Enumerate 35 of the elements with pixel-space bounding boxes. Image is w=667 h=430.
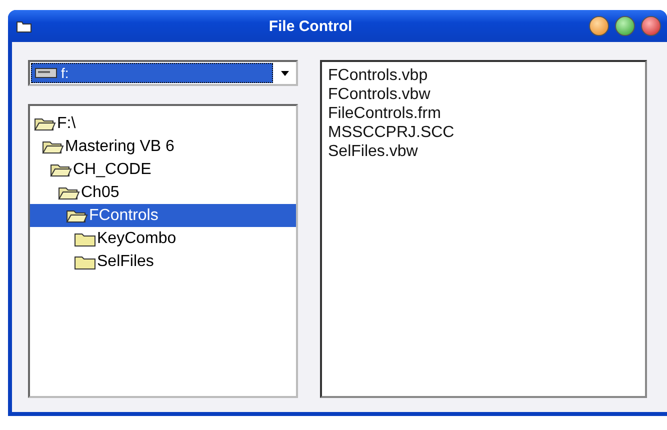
minimize-button[interactable] — [589, 16, 609, 36]
folder-item[interactable]: Ch05 — [30, 181, 296, 204]
folder-item[interactable]: KeyCombo — [30, 227, 296, 250]
folder-item[interactable]: SelFiles — [30, 250, 296, 273]
folder-name: SelFiles — [97, 252, 154, 270]
folder-icon — [74, 230, 96, 246]
folder-name: KeyCombo — [97, 230, 176, 248]
folder-name: Mastering VB 6 — [65, 138, 174, 156]
open-folder-icon — [50, 162, 72, 178]
folder-name: F:\ — [57, 114, 76, 132]
file-item[interactable]: FControls.vbp — [328, 66, 639, 85]
maximize-button[interactable] — [615, 16, 635, 36]
open-folder-icon — [58, 184, 80, 200]
open-folder-icon — [66, 208, 88, 224]
folder-item[interactable]: F:\ — [30, 112, 296, 135]
dropdown-arrow-icon[interactable] — [281, 70, 289, 76]
folder-icon — [16, 19, 32, 33]
file-item[interactable]: MSSCCPRJ.SCC — [328, 123, 639, 142]
window-title: File Control — [268, 18, 354, 34]
folder-item[interactable]: Mastering VB 6 — [30, 135, 296, 158]
folder-item[interactable]: CH_CODE — [30, 158, 296, 181]
file-item[interactable]: FControls.vbw — [328, 85, 639, 104]
open-folder-icon — [34, 116, 56, 132]
file-item[interactable]: SelFiles.vbw — [328, 142, 639, 161]
open-folder-icon — [42, 138, 64, 154]
close-button[interactable] — [641, 16, 661, 36]
file-item[interactable]: FileControls.frm — [328, 104, 639, 123]
drive-value: f: — [61, 65, 69, 81]
folder-icon — [74, 254, 96, 270]
folder-name: CH_CODE — [73, 160, 152, 178]
drive-dropdown[interactable]: f: — [28, 60, 298, 86]
drive-icon — [35, 67, 57, 79]
folder-name: FControls — [89, 206, 158, 224]
folder-name: Ch05 — [81, 184, 120, 202]
folder-item[interactable]: FControls — [30, 204, 296, 227]
